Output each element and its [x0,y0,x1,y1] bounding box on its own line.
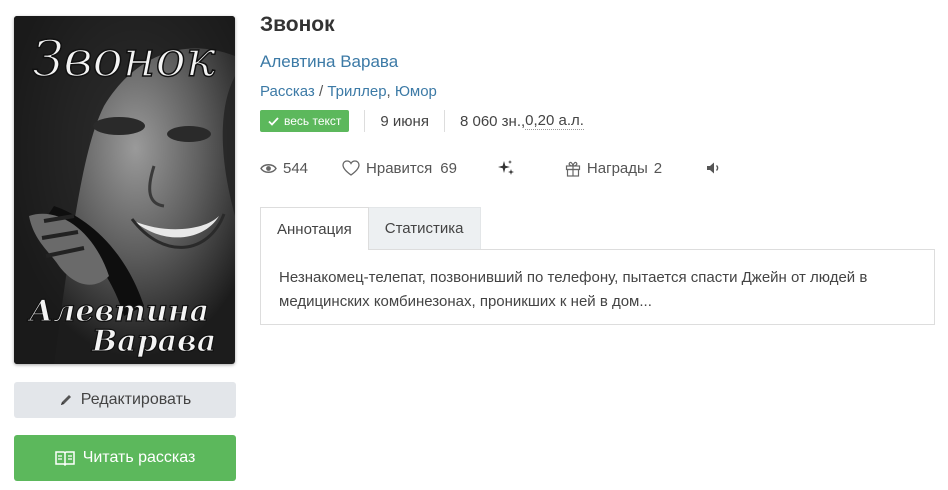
cover-author-line2: Варава [91,324,216,359]
book-icon [54,450,75,466]
heart-icon [342,160,360,176]
likes-label: Нравится [366,159,433,177]
likes-count: 69 [440,159,457,177]
read-button[interactable]: Читать рассказ [14,435,236,481]
tab-annotation[interactable]: Аннотация [260,207,369,250]
book-meta: весь текст 9 июня 8 060 зн., 0,20 а.л. [260,109,584,133]
divider [364,110,366,132]
tab-statistics[interactable]: Статистика [368,207,481,249]
genre-separator: / [314,83,328,100]
views-value: 544 [283,159,309,177]
genre-humor-link[interactable]: Юмор [395,83,437,100]
text-size: 8 060 зн., [459,112,526,130]
check-icon [268,116,279,126]
awards-count: 2 [653,159,663,177]
book-title: Звонок [260,13,335,36]
genres-line: Рассказ / Триллер, Юмор [260,83,437,100]
stats-row: 544 Нравится 69 Награды 2 [260,156,728,180]
genre-thriller-link[interactable]: Триллер [327,83,386,100]
audio-button[interactable] [706,161,728,175]
read-button-label: Читать рассказ [82,449,196,466]
sparkle-button[interactable] [497,159,521,177]
like-button[interactable]: Нравится 69 [342,160,457,177]
sparkle-icon [497,159,515,177]
cover-title: Звонок [32,30,215,88]
divider [443,110,445,132]
edit-button[interactable]: Редактировать [14,382,236,418]
awards-button[interactable]: Награды 2 [565,160,662,177]
annotation-panel: Незнакомец-телепат, позвонивший по телеф… [260,249,935,325]
book-cover[interactable]: Звонок Алевтина Варава [14,16,235,364]
speaker-icon [706,161,722,175]
author-link[interactable]: Алевтина Варава [260,52,398,72]
edit-button-label: Редактировать [80,391,192,408]
genre-type-link[interactable]: Рассказ [260,83,315,100]
awards-label: Награды [586,159,648,177]
eye-icon [260,163,277,174]
publish-date: 9 июня [380,112,429,130]
views-count: 544 [260,160,308,177]
genre-comma: , [386,83,395,100]
status-badge-label: весь текст [284,114,342,128]
author-sheets[interactable]: 0,20 а.л. [525,112,584,130]
status-badge: весь текст [260,110,350,132]
tabs: Аннотация Статистика [260,207,481,250]
pencil-icon [59,393,73,407]
gift-icon [565,160,581,177]
